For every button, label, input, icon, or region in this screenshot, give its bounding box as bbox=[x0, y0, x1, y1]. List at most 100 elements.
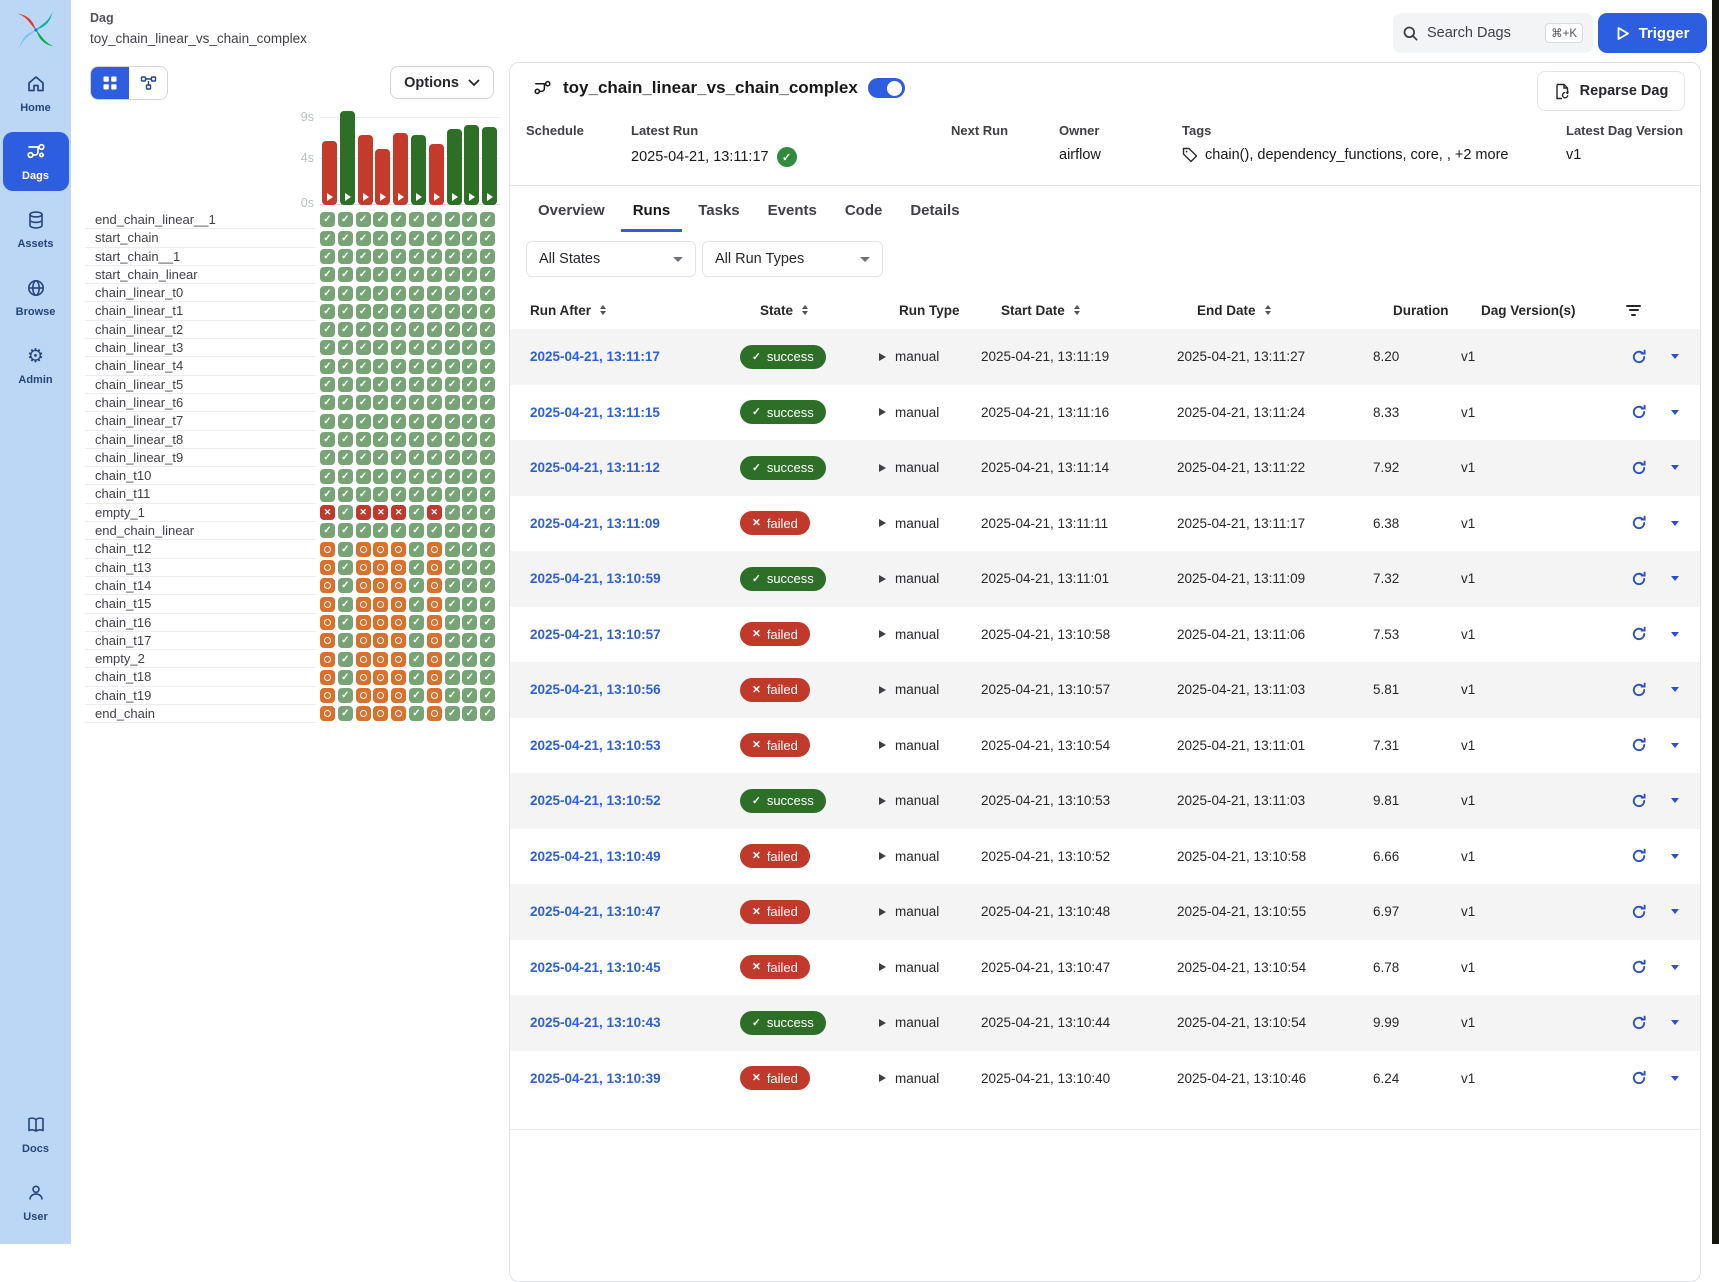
task-instance-success[interactable]: ✓ bbox=[338, 395, 353, 410]
sidebar-item-assets[interactable]: Assets bbox=[3, 200, 69, 259]
dag-pause-toggle[interactable] bbox=[868, 78, 905, 98]
task-instance-success[interactable]: ✓ bbox=[480, 670, 495, 685]
task-instance-success[interactable]: ✓ bbox=[480, 542, 495, 557]
task-instance-upstream_failed[interactable] bbox=[356, 652, 371, 667]
task-instance-success[interactable]: ✓ bbox=[391, 267, 406, 282]
task-instance-success[interactable]: ✓ bbox=[409, 615, 424, 630]
task-instance-success[interactable]: ✓ bbox=[373, 523, 388, 538]
task-instance-upstream_failed[interactable] bbox=[391, 652, 406, 667]
task-instance-success[interactable]: ✓ bbox=[409, 377, 424, 392]
task-instance-success[interactable]: ✓ bbox=[409, 286, 424, 301]
task-instance-success[interactable]: ✓ bbox=[391, 249, 406, 264]
refresh-run-icon[interactable] bbox=[1631, 1070, 1647, 1086]
task-instance-success[interactable]: ✓ bbox=[320, 395, 335, 410]
task-name[interactable]: chain_t17 bbox=[85, 632, 316, 650]
task-instance-success[interactable]: ✓ bbox=[462, 340, 477, 355]
tab-events[interactable]: Events bbox=[756, 193, 829, 232]
task-instance-success[interactable]: ✓ bbox=[445, 395, 460, 410]
sort-icon[interactable] bbox=[1265, 305, 1271, 315]
task-instance-success[interactable]: ✓ bbox=[409, 304, 424, 319]
task-instance-success[interactable]: ✓ bbox=[409, 322, 424, 337]
task-instance-success[interactable]: ✓ bbox=[338, 377, 353, 392]
task-instance-success[interactable]: ✓ bbox=[445, 487, 460, 502]
row-menu-caret-icon[interactable] bbox=[1671, 576, 1679, 581]
task-instance-success[interactable]: ✓ bbox=[445, 304, 460, 319]
refresh-run-icon[interactable] bbox=[1631, 737, 1647, 753]
task-instance-success[interactable]: ✓ bbox=[462, 249, 477, 264]
task-instance-success[interactable]: ✓ bbox=[391, 432, 406, 447]
task-instance-success[interactable]: ✓ bbox=[462, 597, 477, 612]
run-bar[interactable] bbox=[429, 144, 444, 205]
task-instance-upstream_failed[interactable] bbox=[427, 670, 442, 685]
column-filter-icon[interactable] bbox=[1626, 305, 1700, 316]
task-instance-success[interactable]: ✓ bbox=[391, 340, 406, 355]
sidebar-item-docs[interactable]: Docs bbox=[3, 1105, 69, 1164]
task-instance-failed[interactable]: ✕ bbox=[391, 505, 406, 520]
task-name[interactable]: empty_1 bbox=[85, 504, 316, 522]
run-bar[interactable] bbox=[340, 111, 355, 205]
sidebar-item-admin[interactable]: ⚙ Admin bbox=[3, 336, 69, 395]
task-instance-success[interactable]: ✓ bbox=[409, 706, 424, 721]
run-bar[interactable] bbox=[464, 125, 479, 205]
task-instance-success[interactable]: ✓ bbox=[462, 670, 477, 685]
task-instance-success[interactable]: ✓ bbox=[480, 633, 495, 648]
task-instance-success[interactable]: ✓ bbox=[373, 267, 388, 282]
task-instance-success[interactable]: ✓ bbox=[320, 304, 335, 319]
row-menu-caret-icon[interactable] bbox=[1671, 687, 1679, 692]
task-instance-failed[interactable]: ✕ bbox=[356, 505, 371, 520]
task-instance-success[interactable]: ✓ bbox=[338, 670, 353, 685]
task-instance-upstream_failed[interactable] bbox=[373, 652, 388, 667]
task-instance-success[interactable]: ✓ bbox=[445, 633, 460, 648]
task-instance-success[interactable]: ✓ bbox=[445, 322, 460, 337]
task-instance-success[interactable]: ✓ bbox=[391, 322, 406, 337]
task-instance-success[interactable]: ✓ bbox=[338, 560, 353, 575]
task-instance-upstream_failed[interactable] bbox=[391, 542, 406, 557]
run-after-link[interactable]: 2025-04-21, 13:10:47 bbox=[510, 904, 740, 919]
task-instance-success[interactable]: ✓ bbox=[480, 395, 495, 410]
task-instance-success[interactable]: ✓ bbox=[338, 615, 353, 630]
task-instance-success[interactable]: ✓ bbox=[356, 432, 371, 447]
task-instance-upstream_failed[interactable] bbox=[427, 560, 442, 575]
task-instance-success[interactable]: ✓ bbox=[409, 267, 424, 282]
task-instance-success[interactable]: ✓ bbox=[445, 340, 460, 355]
task-instance-upstream_failed[interactable] bbox=[427, 706, 442, 721]
task-instance-success[interactable]: ✓ bbox=[391, 487, 406, 502]
task-name[interactable]: chain_linear_t6 bbox=[85, 394, 316, 412]
task-instance-success[interactable]: ✓ bbox=[356, 414, 371, 429]
task-instance-success[interactable]: ✓ bbox=[373, 322, 388, 337]
task-instance-success[interactable]: ✓ bbox=[356, 395, 371, 410]
task-instance-success[interactable]: ✓ bbox=[320, 231, 335, 246]
task-instance-success[interactable]: ✓ bbox=[480, 615, 495, 630]
task-instance-success[interactable]: ✓ bbox=[427, 249, 442, 264]
refresh-run-icon[interactable] bbox=[1631, 848, 1647, 864]
task-instance-success[interactable]: ✓ bbox=[445, 615, 460, 630]
tab-code[interactable]: Code bbox=[833, 193, 895, 232]
task-name[interactable]: chain_linear_t3 bbox=[85, 339, 316, 357]
task-instance-success[interactable]: ✓ bbox=[356, 322, 371, 337]
task-instance-success[interactable]: ✓ bbox=[356, 304, 371, 319]
refresh-run-icon[interactable] bbox=[1631, 793, 1647, 809]
sidebar-item-home[interactable]: Home bbox=[3, 64, 69, 123]
task-instance-success[interactable]: ✓ bbox=[462, 304, 477, 319]
task-name[interactable]: chain_t15 bbox=[85, 595, 316, 613]
task-instance-success[interactable]: ✓ bbox=[462, 212, 477, 227]
task-instance-success[interactable]: ✓ bbox=[445, 542, 460, 557]
run-bar[interactable] bbox=[447, 129, 462, 205]
task-name[interactable]: end_chain_linear bbox=[85, 522, 316, 540]
task-instance-success[interactable]: ✓ bbox=[445, 286, 460, 301]
task-instance-success[interactable]: ✓ bbox=[320, 414, 335, 429]
task-instance-success[interactable]: ✓ bbox=[373, 340, 388, 355]
task-instance-upstream_failed[interactable] bbox=[391, 597, 406, 612]
task-name[interactable]: chain_linear_t9 bbox=[85, 449, 316, 467]
task-instance-success[interactable]: ✓ bbox=[320, 359, 335, 374]
task-instance-success[interactable]: ✓ bbox=[373, 377, 388, 392]
task-instance-upstream_failed[interactable] bbox=[373, 706, 388, 721]
run-after-link[interactable]: 2025-04-21, 13:11:17 bbox=[510, 349, 740, 364]
task-instance-upstream_failed[interactable] bbox=[320, 615, 335, 630]
run-after-link[interactable]: 2025-04-21, 13:10:59 bbox=[510, 571, 740, 586]
task-instance-success[interactable]: ✓ bbox=[409, 560, 424, 575]
row-menu-caret-icon[interactable] bbox=[1671, 1020, 1679, 1025]
task-instance-upstream_failed[interactable] bbox=[320, 633, 335, 648]
task-instance-success[interactable]: ✓ bbox=[320, 286, 335, 301]
task-name[interactable]: chain_t16 bbox=[85, 614, 316, 632]
